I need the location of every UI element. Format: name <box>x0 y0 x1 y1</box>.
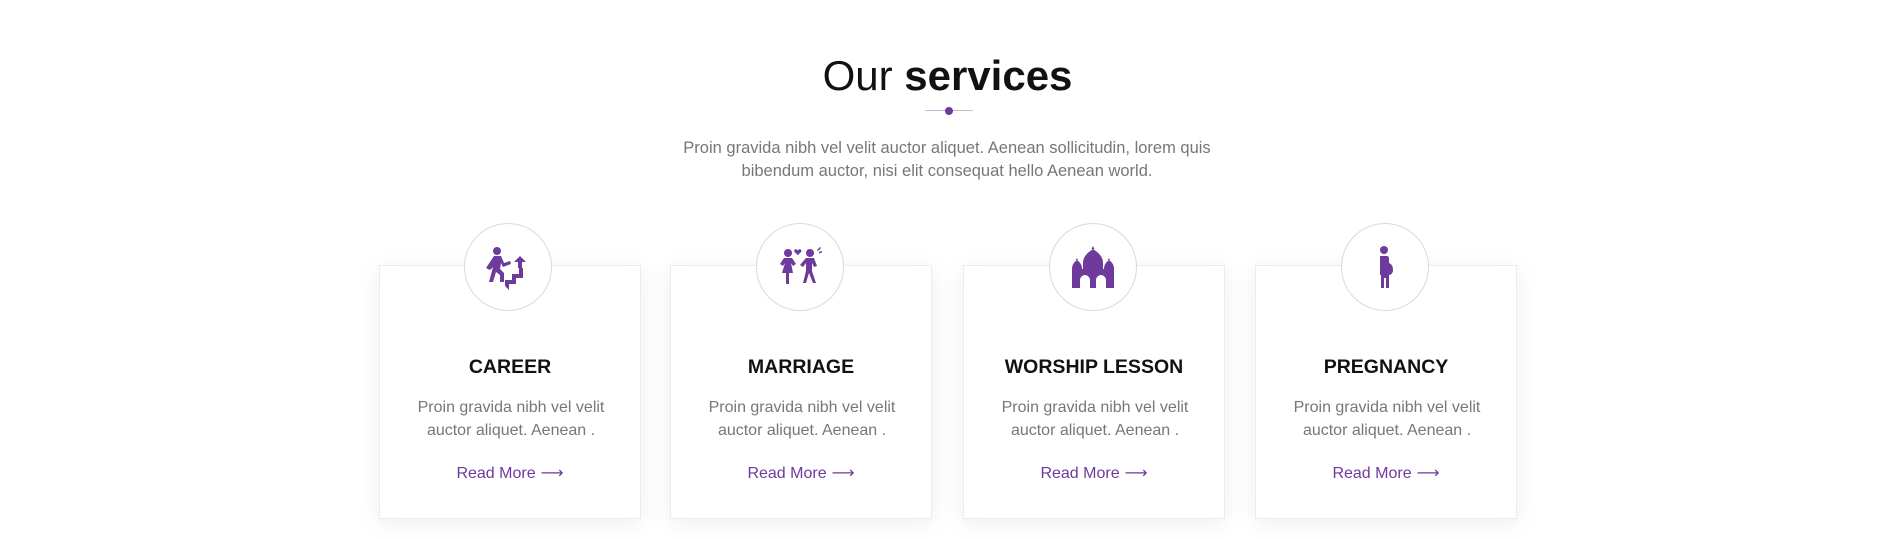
career-icon-circle <box>464 223 552 311</box>
read-more-label: Read More <box>1332 465 1412 482</box>
marriage-icon-circle <box>756 223 844 311</box>
pregnancy-icon-circle <box>1341 223 1429 311</box>
temple-icon <box>1072 246 1114 288</box>
career-stairs-icon <box>486 247 526 290</box>
card-text: Proin gravida nibh vel velit auctor aliq… <box>1001 399 1189 439</box>
arrow-right-icon: ⟶ <box>1124 465 1148 482</box>
read-more-link[interactable]: Read More ⟶ <box>380 463 640 483</box>
read-more-label: Read More <box>1040 465 1120 482</box>
section-title-bold: services <box>904 52 1073 99</box>
card-text: Proin gravida nibh vel velit auctor aliq… <box>708 399 896 439</box>
section-title: Our services <box>0 50 1895 102</box>
read-more-label: Read More <box>456 465 536 482</box>
pregnant-woman-icon <box>1380 246 1393 288</box>
card-title: PREGNANCY <box>1323 356 1449 378</box>
read-more-link[interactable]: Read More ⟶ <box>1256 463 1516 483</box>
card-title: MARRIAGE <box>747 356 855 378</box>
read-more-link[interactable]: Read More ⟶ <box>964 463 1224 483</box>
divider-dot <box>945 107 953 115</box>
arrow-right-icon: ⟶ <box>1416 465 1440 482</box>
section-intro: Proin gravida nibh vel velit auctor aliq… <box>683 139 1211 180</box>
title-divider <box>925 105 973 117</box>
read-more-label: Read More <box>747 465 827 482</box>
card-text: Proin gravida nibh vel velit auctor aliq… <box>1293 399 1481 439</box>
worship-icon-circle <box>1049 223 1137 311</box>
read-more-link[interactable]: Read More ⟶ <box>671 463 931 483</box>
card-text: Proin gravida nibh vel velit auctor aliq… <box>417 399 605 439</box>
card-title: CAREER <box>468 356 552 378</box>
section-title-light: Our <box>822 52 893 99</box>
arrow-right-icon: ⟶ <box>540 465 564 482</box>
marriage-couple-icon <box>780 247 822 284</box>
services-section: Our services Proin gravida nibh vel veli… <box>0 0 1895 539</box>
arrow-right-icon: ⟶ <box>831 465 855 482</box>
card-title: WORSHIP LESSON <box>1004 356 1184 378</box>
